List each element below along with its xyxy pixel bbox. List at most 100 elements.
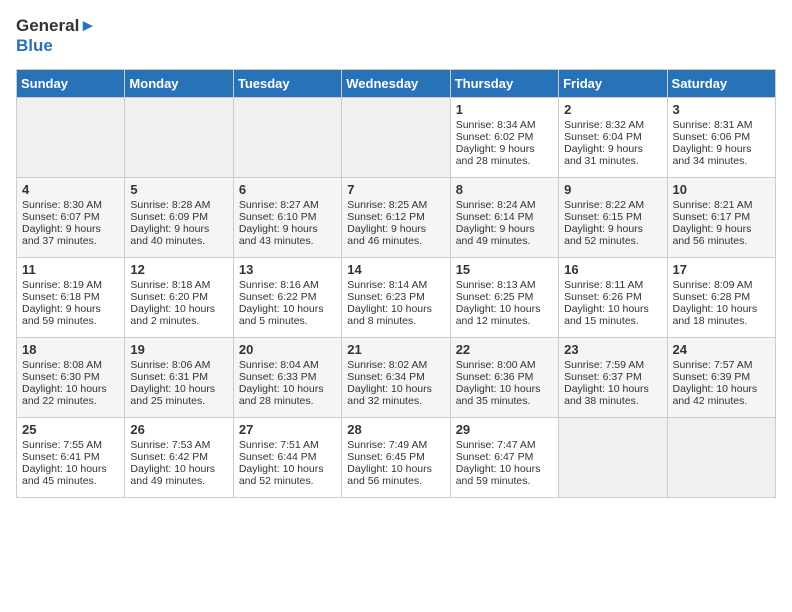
day-info: Sunrise: 8:09 AM [673,279,770,291]
day-number: 15 [456,262,553,277]
header-tuesday: Tuesday [233,69,341,97]
day-number: 18 [22,342,119,357]
header-wednesday: Wednesday [342,69,450,97]
day-info: Sunset: 6:42 PM [130,451,227,463]
day-number: 14 [347,262,444,277]
cell-week3-day1: 12Sunrise: 8:18 AMSunset: 6:20 PMDayligh… [125,257,233,337]
cell-week3-day4: 15Sunrise: 8:13 AMSunset: 6:25 PMDayligh… [450,257,558,337]
day-info: Sunrise: 8:22 AM [564,199,661,211]
day-info: Daylight: 9 hours and 59 minutes. [22,303,119,327]
day-info: Daylight: 10 hours and 49 minutes. [130,463,227,487]
day-info: Sunset: 6:44 PM [239,451,336,463]
cell-week4-day2: 20Sunrise: 8:04 AMSunset: 6:33 PMDayligh… [233,337,341,417]
day-info: Sunset: 6:02 PM [456,131,553,143]
cell-week5-day6 [667,417,775,497]
logo-general: General► [16,16,96,36]
logo: General► Blue [16,16,96,57]
day-info: Sunrise: 8:28 AM [130,199,227,211]
day-number: 2 [564,102,661,117]
day-number: 28 [347,422,444,437]
day-info: Sunrise: 8:00 AM [456,359,553,371]
day-info: Sunrise: 8:14 AM [347,279,444,291]
cell-week5-day4: 29Sunrise: 7:47 AMSunset: 6:47 PMDayligh… [450,417,558,497]
day-info: Daylight: 10 hours and 28 minutes. [239,383,336,407]
day-info: Sunset: 6:33 PM [239,371,336,383]
day-number: 21 [347,342,444,357]
cell-week3-day0: 11Sunrise: 8:19 AMSunset: 6:18 PMDayligh… [17,257,125,337]
day-info: Daylight: 10 hours and 38 minutes. [564,383,661,407]
day-info: Daylight: 9 hours and 40 minutes. [130,223,227,247]
day-info: Sunrise: 8:21 AM [673,199,770,211]
day-number: 8 [456,182,553,197]
day-number: 26 [130,422,227,437]
week-row-2: 4Sunrise: 8:30 AMSunset: 6:07 PMDaylight… [17,177,776,257]
day-info: Sunrise: 8:24 AM [456,199,553,211]
day-number: 12 [130,262,227,277]
cell-week5-day3: 28Sunrise: 7:49 AMSunset: 6:45 PMDayligh… [342,417,450,497]
day-info: Sunrise: 7:51 AM [239,439,336,451]
day-info: Daylight: 9 hours and 31 minutes. [564,143,661,167]
cell-week2-day2: 6Sunrise: 8:27 AMSunset: 6:10 PMDaylight… [233,177,341,257]
cell-week5-day0: 25Sunrise: 7:55 AMSunset: 6:41 PMDayligh… [17,417,125,497]
day-info: Sunrise: 8:11 AM [564,279,661,291]
day-info: Sunrise: 7:47 AM [456,439,553,451]
header-sunday: Sunday [17,69,125,97]
day-info: Daylight: 10 hours and 12 minutes. [456,303,553,327]
day-info: Sunset: 6:22 PM [239,291,336,303]
day-number: 16 [564,262,661,277]
cell-week1-day5: 2Sunrise: 8:32 AMSunset: 6:04 PMDaylight… [559,97,667,177]
day-info: Sunrise: 8:18 AM [130,279,227,291]
logo-blue: Blue [16,36,96,56]
day-number: 17 [673,262,770,277]
day-info: Sunset: 6:07 PM [22,211,119,223]
cell-week3-day3: 14Sunrise: 8:14 AMSunset: 6:23 PMDayligh… [342,257,450,337]
page-header: General► Blue [16,16,776,57]
day-info: Daylight: 9 hours and 49 minutes. [456,223,553,247]
day-number: 25 [22,422,119,437]
day-number: 13 [239,262,336,277]
day-info: Daylight: 9 hours and 34 minutes. [673,143,770,167]
day-info: Sunset: 6:36 PM [456,371,553,383]
day-info: Sunset: 6:18 PM [22,291,119,303]
week-row-4: 18Sunrise: 8:08 AMSunset: 6:30 PMDayligh… [17,337,776,417]
cell-week5-day5 [559,417,667,497]
day-info: Sunrise: 8:31 AM [673,119,770,131]
day-number: 3 [673,102,770,117]
day-info: Daylight: 10 hours and 8 minutes. [347,303,444,327]
header-saturday: Saturday [667,69,775,97]
day-number: 24 [673,342,770,357]
day-info: Sunset: 6:31 PM [130,371,227,383]
cell-week2-day3: 7Sunrise: 8:25 AMSunset: 6:12 PMDaylight… [342,177,450,257]
day-info: Sunset: 6:14 PM [456,211,553,223]
day-info: Sunrise: 8:25 AM [347,199,444,211]
cell-week2-day0: 4Sunrise: 8:30 AMSunset: 6:07 PMDaylight… [17,177,125,257]
day-info: Sunrise: 8:30 AM [22,199,119,211]
header-friday: Friday [559,69,667,97]
day-info: Sunset: 6:10 PM [239,211,336,223]
day-info: Daylight: 10 hours and 18 minutes. [673,303,770,327]
day-info: Daylight: 10 hours and 59 minutes. [456,463,553,487]
cell-week4-day4: 22Sunrise: 8:00 AMSunset: 6:36 PMDayligh… [450,337,558,417]
cell-week2-day4: 8 Sunrise: 8:24 AMSunset: 6:14 PMDaylight… [450,177,558,257]
day-info: Sunset: 6:47 PM [456,451,553,463]
week-row-5: 25Sunrise: 7:55 AMSunset: 6:41 PMDayligh… [17,417,776,497]
calendar-header-row: SundayMondayTuesdayWednesdayThursdayFrid… [17,69,776,97]
day-number: 22 [456,342,553,357]
cell-week3-day6: 17Sunrise: 8:09 AMSunset: 6:28 PMDayligh… [667,257,775,337]
calendar-table: SundayMondayTuesdayWednesdayThursdayFrid… [16,69,776,498]
day-number: 10 [673,182,770,197]
day-info: Sunset: 6:04 PM [564,131,661,143]
cell-week3-day2: 13Sunrise: 8:16 AMSunset: 6:22 PMDayligh… [233,257,341,337]
day-info: Daylight: 9 hours and 37 minutes. [22,223,119,247]
day-info: Daylight: 9 hours and 28 minutes. [456,143,553,167]
day-info: Daylight: 10 hours and 32 minutes. [347,383,444,407]
day-number: 20 [239,342,336,357]
week-row-1: 1Sunrise: 8:34 AMSunset: 6:02 PMDaylight… [17,97,776,177]
week-row-3: 11Sunrise: 8:19 AMSunset: 6:18 PMDayligh… [17,257,776,337]
header-thursday: Thursday [450,69,558,97]
day-info: Sunset: 6:41 PM [22,451,119,463]
day-info: Sunrise: 8:08 AM [22,359,119,371]
day-info: Daylight: 10 hours and 56 minutes. [347,463,444,487]
day-info: Sunset: 6:34 PM [347,371,444,383]
cell-week3-day5: 16Sunrise: 8:11 AMSunset: 6:26 PMDayligh… [559,257,667,337]
